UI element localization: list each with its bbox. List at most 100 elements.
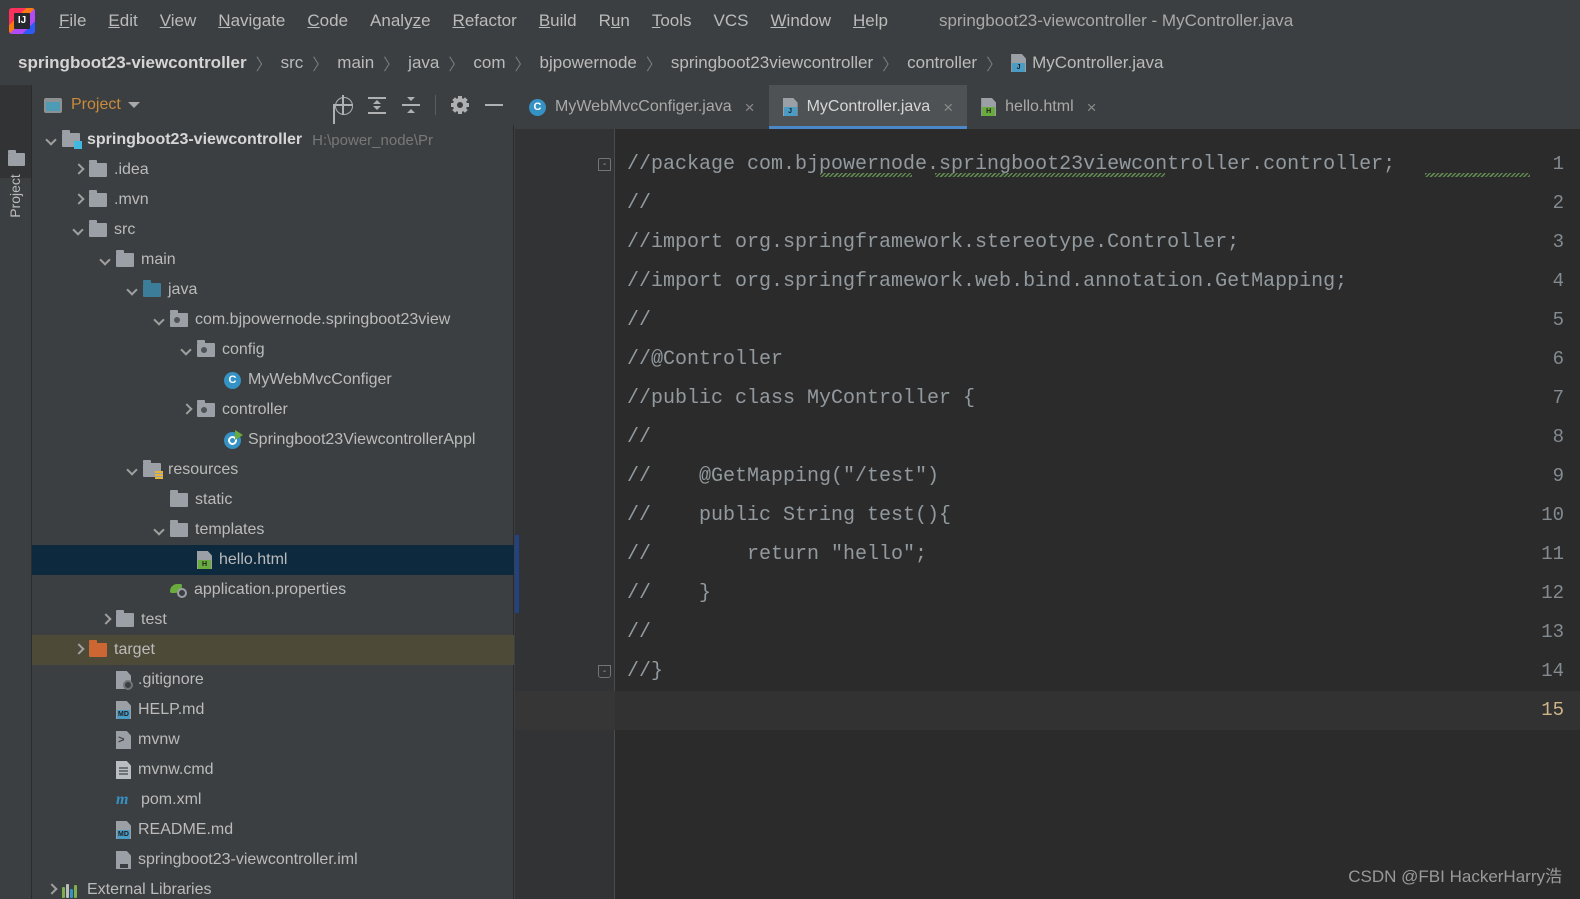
- chevron-right-icon[interactable]: [44, 883, 58, 897]
- code-line[interactable]: // }: [627, 574, 711, 613]
- chevron-right-icon[interactable]: [71, 193, 85, 207]
- breadcrumb-item-src[interactable]: src: [281, 53, 304, 73]
- chevron-right-icon[interactable]: [71, 163, 85, 177]
- chevron-right-icon[interactable]: [98, 613, 112, 627]
- editor-tab-mywebmvcconfiger-java[interactable]: C MyWebMvcConfiger.java ×: [515, 85, 769, 129]
- menu-item-build[interactable]: Build: [528, 8, 588, 34]
- breadcrumb-item-springboot23viewcontroller[interactable]: springboot23viewcontroller: [671, 53, 873, 73]
- tree-node-label: Springboot23ViewcontrollerAppl: [248, 431, 476, 448]
- breadcrumb-item-main[interactable]: main: [337, 53, 374, 73]
- tree-node-springboot23viewcontrollerappl[interactable]: Springboot23ViewcontrollerAppl: [32, 425, 514, 455]
- code-line[interactable]: //: [627, 418, 651, 457]
- code-line[interactable]: //package com.bjpowernode.springboot23vi…: [627, 145, 1395, 184]
- tree-node-resources[interactable]: resources: [32, 455, 514, 485]
- menu-item-window[interactable]: Window: [760, 8, 842, 34]
- expand-all-icon[interactable]: [367, 95, 387, 115]
- project-tree[interactable]: springboot23-viewcontroller H:\power_node…: [32, 125, 514, 899]
- breadcrumb-item-java[interactable]: java: [408, 53, 439, 73]
- chevron-right-icon[interactable]: [179, 403, 193, 417]
- tree-node-test[interactable]: test: [32, 605, 514, 635]
- code-line[interactable]: //: [627, 613, 651, 652]
- close-icon[interactable]: ×: [1087, 99, 1097, 116]
- menu-item-navigate[interactable]: Navigate: [207, 8, 296, 34]
- tree-node--mvn[interactable]: .mvn: [32, 185, 514, 215]
- menu-item-help[interactable]: Help: [842, 8, 899, 34]
- chevron-down-icon[interactable]: [44, 133, 58, 147]
- chevron-down-icon[interactable]: [98, 253, 112, 267]
- menu-item-analyze[interactable]: Analyze: [359, 8, 442, 34]
- code-line[interactable]: //import org.springframework.stereotype.…: [627, 223, 1239, 262]
- tree-node--idea[interactable]: .idea: [32, 155, 514, 185]
- tree-node-readme-md[interactable]: MD README.md: [32, 815, 514, 845]
- tree-node-external-libraries[interactable]: External Libraries: [32, 875, 514, 899]
- menu-item-file[interactable]: File: [48, 8, 97, 34]
- menu-item-run[interactable]: Run: [588, 8, 641, 34]
- chevron-down-icon[interactable]: [125, 463, 139, 477]
- code-line[interactable]: //}: [627, 652, 663, 691]
- tree-node-application-properties[interactable]: application.properties: [32, 575, 514, 605]
- chevron-down-icon[interactable]: [152, 313, 166, 327]
- close-icon[interactable]: ×: [943, 99, 953, 116]
- chevron-down-icon[interactable]: [127, 102, 140, 108]
- breadcrumb-separator: 〉: [986, 57, 1003, 74]
- project-panel-title: Project: [71, 96, 121, 113]
- tree-node-templates[interactable]: templates: [32, 515, 514, 545]
- fold-marker[interactable]: -: [598, 665, 611, 678]
- tree-node-target[interactable]: target: [32, 635, 514, 665]
- tree-node-static[interactable]: static: [32, 485, 514, 515]
- tree-node-mywebmvcconfiger[interactable]: C MyWebMvcConfiger: [32, 365, 514, 395]
- close-icon[interactable]: ×: [745, 99, 755, 116]
- tree-node-springboot23-viewcontroller[interactable]: springboot23-viewcontroller H:\power_node…: [32, 125, 514, 155]
- menu-item-view[interactable]: View: [149, 8, 208, 34]
- collapse-all-icon[interactable]: [401, 95, 421, 115]
- editor-tab-hello-html[interactable]: Hhello.html ×: [967, 85, 1110, 129]
- tree-node-pom-xml[interactable]: m pom.xml: [32, 785, 514, 815]
- tree-node-mvnw-cmd[interactable]: mvnw.cmd: [32, 755, 514, 785]
- breadcrumb-item-springboot23-viewcontroller[interactable]: springboot23-viewcontroller: [18, 53, 247, 73]
- chevron-down-icon[interactable]: [179, 343, 193, 357]
- tree-node-springboot23-viewcontroller-iml[interactable]: springboot23-viewcontroller.iml: [32, 845, 514, 875]
- changed-lines-marker[interactable]: [515, 535, 519, 613]
- tree-node-config[interactable]: config: [32, 335, 514, 365]
- breadcrumb-item-bjpowernode[interactable]: bjpowernode: [540, 53, 637, 73]
- tree-node-controller[interactable]: controller: [32, 395, 514, 425]
- tree-node--gitignore[interactable]: .gitignore: [32, 665, 514, 695]
- editor-tab-mycontroller-java[interactable]: J MyController.java ×: [768, 85, 968, 129]
- breadcrumb-label: java: [408, 53, 440, 72]
- tree-node-main[interactable]: main: [32, 245, 514, 275]
- package-icon: [197, 340, 215, 357]
- breadcrumb-item-controller[interactable]: controller: [907, 53, 977, 73]
- breadcrumb-item-mycontroller-java[interactable]: J MyController.java: [1011, 53, 1163, 73]
- tree-node-mvnw[interactable]: > mvnw: [32, 725, 514, 755]
- chevron-right-icon[interactable]: [71, 643, 85, 657]
- tree-node-help-md[interactable]: MD HELP.md: [32, 695, 514, 725]
- chevron-down-icon[interactable]: [71, 223, 85, 237]
- code-line[interactable]: //@Controller: [627, 340, 783, 379]
- chevron-down-icon[interactable]: [125, 283, 139, 297]
- menu-item-tools[interactable]: Tools: [641, 8, 703, 34]
- breadcrumb-item-com[interactable]: com: [473, 53, 505, 73]
- menu-item-edit[interactable]: Edit: [97, 8, 148, 34]
- chevron-down-icon[interactable]: [152, 523, 166, 537]
- tree-node-com-bjpowernode-springboot23view[interactable]: com.bjpowernode.springboot23view: [32, 305, 514, 335]
- code-line[interactable]: //import org.springframework.web.bind.an…: [627, 262, 1347, 301]
- menu-item-code[interactable]: Code: [296, 8, 359, 34]
- code-line[interactable]: // @GetMapping("/test"): [627, 457, 939, 496]
- menu-item-vcs[interactable]: VCS: [703, 8, 760, 34]
- line-number: 2: [1552, 192, 1564, 214]
- code-line[interactable]: //public class MyController {: [627, 379, 975, 418]
- code-line[interactable]: //: [627, 184, 651, 223]
- menu-item-refactor[interactable]: Refactor: [442, 8, 528, 34]
- code-line[interactable]: // return "hello";: [627, 535, 927, 574]
- code-line[interactable]: // public String test(){: [627, 496, 951, 535]
- code-line[interactable]: //: [627, 301, 651, 340]
- tree-node-src[interactable]: src: [32, 215, 514, 245]
- locate-icon[interactable]: [333, 95, 353, 115]
- tree-node-java[interactable]: java: [32, 275, 514, 305]
- fold-marker[interactable]: -: [598, 158, 611, 171]
- gear-icon[interactable]: [450, 95, 470, 115]
- minimize-icon[interactable]: [484, 95, 504, 115]
- tree-node-hello-html[interactable]: Hhello.html: [32, 545, 514, 575]
- tree-node-label: static: [195, 491, 233, 508]
